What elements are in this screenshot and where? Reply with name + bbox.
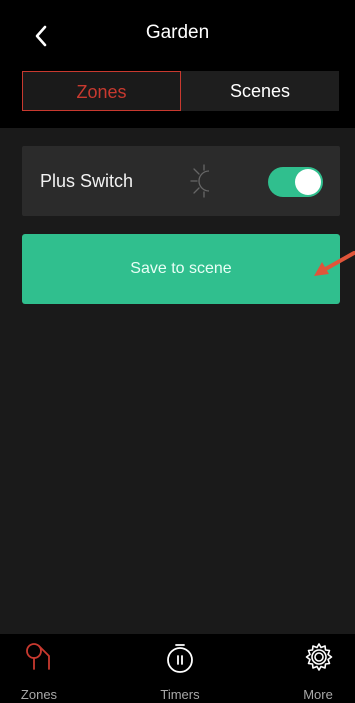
content-area: Plus Switch Save to scene — [0, 128, 355, 634]
segment-zones[interactable]: Zones — [22, 71, 181, 111]
tab-more-label: More — [303, 687, 333, 702]
segment-control: Zones Scenes — [22, 71, 339, 111]
toggle-knob — [295, 169, 321, 195]
gear-icon — [305, 643, 333, 671]
tab-bar: Zones Timers More — [0, 634, 355, 703]
night-mode-icon — [190, 164, 210, 198]
tab-timers-label: Timers — [160, 687, 200, 702]
tab-zones[interactable]: Zones — [4, 634, 74, 703]
save-to-scene-button[interactable]: Save to scene — [22, 234, 340, 304]
zone-name: Plus Switch — [40, 171, 134, 191]
zones-icon — [26, 643, 50, 670]
tab-more[interactable]: More — [283, 634, 353, 703]
timer-icon — [167, 644, 193, 673]
zone-toggle-switch[interactable] — [268, 167, 323, 197]
segment-scenes[interactable]: Scenes — [181, 71, 339, 111]
tab-zones-label: Zones — [20, 687, 58, 702]
page-title: Garden — [145, 22, 210, 43]
tab-timers[interactable]: Timers — [145, 634, 215, 703]
annotation-arrow-icon — [314, 251, 355, 276]
zone-card: Plus Switch — [22, 146, 340, 216]
top-bar: Garden Zones Scenes — [0, 0, 355, 128]
